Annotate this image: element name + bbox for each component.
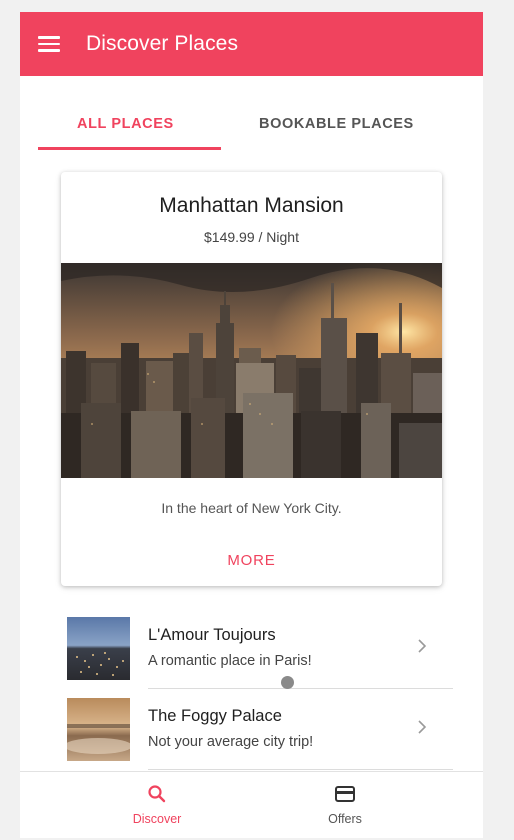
menu-icon[interactable] — [38, 36, 60, 52]
foggy-palace-thumbnail — [67, 698, 130, 761]
place-title: L'Amour Toujours — [148, 626, 276, 644]
card-icon — [335, 786, 355, 802]
chevron-right-icon — [418, 720, 427, 734]
more-button[interactable]: MORE — [61, 552, 442, 569]
app-toolbar: Discover Places — [20, 12, 483, 76]
tab-discover-label: Discover — [132, 812, 182, 826]
tab-bookable-places[interactable]: BOOKABLE PLACES — [259, 116, 414, 132]
paris-thumbnail — [67, 617, 130, 680]
place-subtitle: Not your average city trip! — [148, 734, 314, 750]
place-subtitle: A romantic place in Paris! — [148, 653, 312, 669]
place-list-item[interactable]: The Foggy Palace Not your average city t… — [20, 689, 483, 770]
place-list-item[interactable]: L'Amour Toujours A romantic place in Par… — [20, 608, 483, 689]
app-screen: Discover Places ALL PLACES BOOKABLE PLAC… — [20, 12, 483, 838]
place-title: The Foggy Palace — [148, 707, 282, 725]
scroll-indicator[interactable] — [281, 676, 294, 689]
list-divider — [148, 769, 453, 770]
active-tab-indicator — [38, 147, 221, 150]
tab-offers-label: Offers — [328, 812, 362, 826]
card-title: Manhattan Mansion — [159, 194, 344, 217]
card-price: $149.99 / Night — [204, 229, 299, 245]
segment-tabs: ALL PLACES BOOKABLE PLACES — [20, 76, 483, 156]
featured-place-card[interactable]: Manhattan Mansion $149.99 / Night In the… — [61, 172, 442, 586]
page-title: Discover Places — [86, 32, 239, 55]
city-skyline-image — [61, 263, 442, 478]
tab-offers[interactable]: Offers — [285, 772, 405, 838]
search-icon — [148, 785, 166, 803]
tab-discover[interactable]: Discover — [97, 772, 217, 838]
card-description: In the heart of New York City. — [161, 500, 342, 516]
chevron-right-icon — [418, 639, 427, 653]
tab-all-places[interactable]: ALL PLACES — [77, 116, 174, 132]
bottom-tab-bar: Discover Offers — [20, 771, 483, 838]
